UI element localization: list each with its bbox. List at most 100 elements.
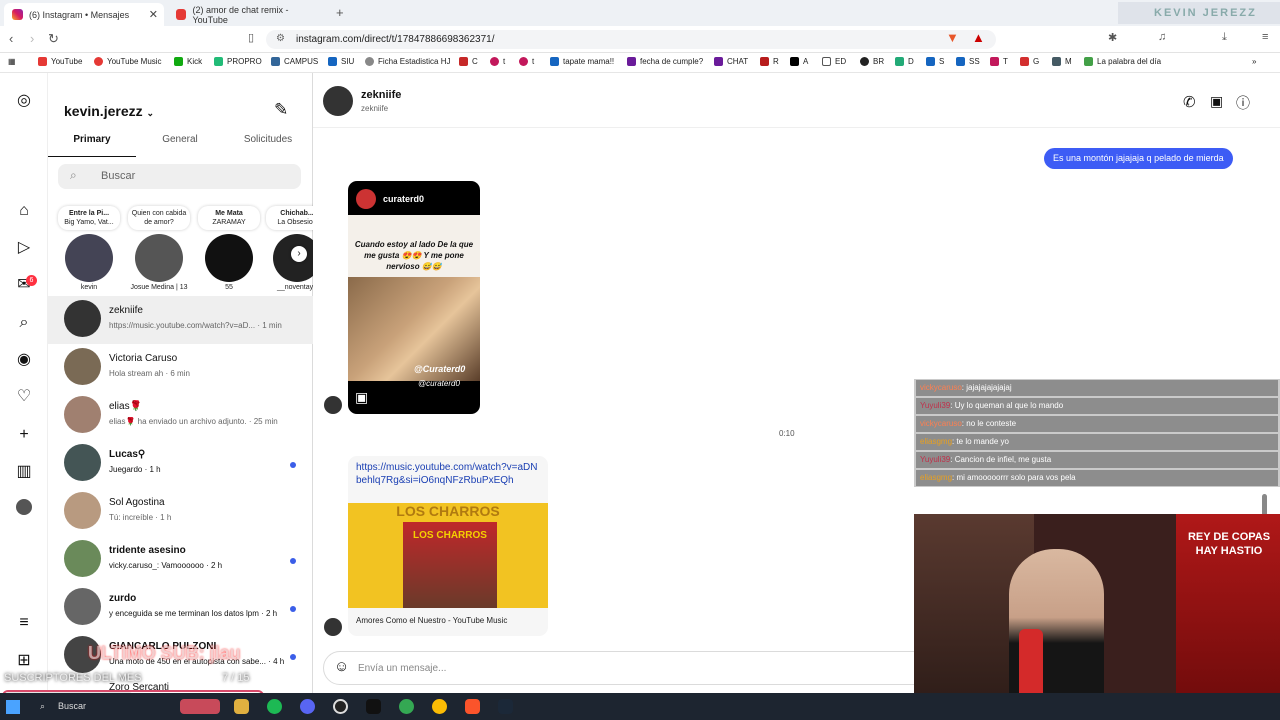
bookmark-item[interactable]: BR bbox=[860, 57, 884, 66]
avatar bbox=[65, 234, 113, 282]
tab-requests[interactable]: Solicitudes bbox=[224, 132, 312, 157]
conversation-item[interactable]: Lucas⚲ Juegardo · 1 h bbox=[48, 440, 313, 488]
avatar[interactable] bbox=[323, 86, 353, 116]
link-url[interactable]: https://music.youtube.com/watch?v=aDNbeh… bbox=[356, 461, 542, 487]
bookmark-item[interactable]: G bbox=[1020, 57, 1039, 66]
conversation-name: tridente asesino bbox=[109, 545, 186, 556]
note-item[interactable]: Quien con cabida de amor? Josue Medina |… bbox=[128, 206, 190, 291]
shared-reel[interactable]: curaterd0 Cuando estoy al lado De la que… bbox=[348, 181, 480, 414]
explore-icon[interactable]: ◉ bbox=[14, 350, 34, 370]
taskbar-search-icon[interactable]: ⌕ bbox=[40, 701, 45, 712]
bookmark-item[interactable]: D bbox=[895, 57, 914, 66]
conversation-name: Victoria Caruso bbox=[109, 353, 178, 364]
emoji-icon[interactable]: ☺ bbox=[334, 658, 349, 675]
apps-icon[interactable]: ▦ bbox=[8, 57, 16, 66]
tab-primary[interactable]: Primary bbox=[48, 132, 136, 157]
close-tab-icon[interactable]: ✕ bbox=[149, 8, 158, 21]
brave-shield-icon[interactable]: ▼ bbox=[946, 30, 959, 45]
tab-youtube[interactable]: (2) amor de chat remix - YouTube bbox=[168, 3, 328, 26]
site-info-icon[interactable]: ⚙ bbox=[276, 33, 285, 44]
menu-icon[interactable]: ≡ bbox=[1262, 31, 1268, 43]
bookmark-item[interactable]: S bbox=[926, 57, 944, 66]
more-menu-icon[interactable]: ≡ bbox=[14, 613, 34, 633]
bookmark-item[interactable]: tapate mama!! bbox=[550, 57, 614, 66]
bookmark-item[interactable]: CAMPUS bbox=[271, 57, 318, 66]
conversation-item[interactable]: zekniife https://music.youtube.com/watch… bbox=[48, 296, 313, 344]
note-item[interactable]: Me Mata ZARAMAY 55 bbox=[198, 206, 260, 291]
conversation-item[interactable]: zurdo y enceguida se me terminan los dat… bbox=[48, 584, 313, 632]
shared-link[interactable]: https://music.youtube.com/watch?v=aDNbeh… bbox=[348, 456, 548, 636]
extensions-icon[interactable]: ✱ bbox=[1108, 31, 1117, 44]
instagram-logo-icon[interactable]: ◎ bbox=[14, 91, 34, 111]
chat-name[interactable]: zekniife bbox=[361, 89, 401, 101]
dashboard-icon[interactable]: ▥ bbox=[14, 462, 34, 482]
spotify-icon[interactable] bbox=[267, 699, 282, 714]
bookmark-item[interactable]: ED bbox=[822, 57, 846, 66]
threads-icon[interactable]: ⊞ bbox=[14, 651, 34, 671]
obs-icon[interactable] bbox=[333, 699, 348, 714]
download-icon[interactable]: ⤓ bbox=[1222, 31, 1227, 44]
new-tab-icon[interactable]: + bbox=[336, 5, 344, 20]
tab-instagram[interactable]: (6) Instagram • Mensajes ✕ bbox=[4, 3, 164, 26]
more-bookmarks-icon[interactable]: » bbox=[1252, 57, 1256, 66]
search-icon[interactable]: ⌕ bbox=[14, 313, 34, 333]
bookmark-icon[interactable]: ▯ bbox=[248, 31, 254, 44]
url-field[interactable]: ⚙ instagram.com/direct/t/178478866983623… bbox=[266, 30, 996, 49]
back-icon[interactable]: ‹ bbox=[9, 31, 13, 46]
tiktok-icon[interactable] bbox=[366, 699, 381, 714]
tab-general[interactable]: General bbox=[136, 132, 224, 157]
bookmark-item[interactable]: Ficha Estadistica HJ bbox=[365, 57, 450, 66]
bookmark-item[interactable]: PROPRO bbox=[214, 57, 262, 66]
bookmark-item[interactable]: SS bbox=[956, 57, 980, 66]
bookmark-item[interactable]: t bbox=[519, 57, 534, 66]
brave-icon[interactable] bbox=[465, 699, 480, 714]
brave-rewards-icon[interactable]: ▲ bbox=[972, 30, 985, 45]
compose-icon[interactable]: ✎ bbox=[274, 100, 288, 120]
bookmark-item[interactable]: La palabra del día bbox=[1084, 57, 1161, 66]
conversation-item[interactable]: tridente asesino vicky.caruso_: Vamooooo… bbox=[48, 536, 313, 584]
info-icon[interactable]: ⓘ bbox=[1236, 93, 1250, 113]
profile-avatar[interactable] bbox=[16, 499, 32, 515]
create-icon[interactable]: + bbox=[14, 425, 34, 445]
conversation-item[interactable]: elias🌹 elias🌹 ha enviado un archivo adju… bbox=[48, 392, 313, 440]
bookmark-item[interactable]: SIU bbox=[328, 57, 354, 66]
music-icon[interactable]: ♫ bbox=[1158, 31, 1166, 43]
steam-icon[interactable] bbox=[498, 699, 513, 714]
file-explorer-icon[interactable] bbox=[234, 699, 249, 714]
bookmark-item[interactable]: fecha de cumple? bbox=[627, 57, 703, 66]
conversation-item[interactable]: Sol Agostina Tú: increíble · 1 h bbox=[48, 488, 313, 536]
start-icon[interactable] bbox=[6, 700, 20, 714]
avatar bbox=[64, 396, 101, 433]
bookmark-item[interactable]: R bbox=[760, 57, 779, 66]
inbox-username[interactable]: kevin.jerezz ⌄ bbox=[64, 103, 154, 119]
bookmark-item[interactable]: YouTube bbox=[38, 57, 82, 66]
composer-placeholder: Envía un mensaje... bbox=[358, 663, 447, 674]
bookmark-item[interactable]: YouTube Music bbox=[94, 57, 162, 66]
conversation-item[interactable]: Victoria Caruso Hola stream ah · 6 min bbox=[48, 344, 313, 392]
bookmark-item[interactable]: A bbox=[790, 57, 808, 66]
phone-icon[interactable]: ✆ bbox=[1183, 93, 1196, 111]
bookmark-item[interactable]: C bbox=[459, 57, 478, 66]
sent-message[interactable]: Es una montón jajajaja q pelado de mierd… bbox=[1044, 148, 1233, 169]
heart-icon[interactable]: ♡ bbox=[14, 387, 34, 407]
bookmark-item[interactable]: t bbox=[490, 57, 505, 66]
home-icon[interactable]: ⌂ bbox=[14, 201, 34, 221]
bookmark-item[interactable]: M bbox=[1052, 57, 1072, 66]
chrome-alt-icon[interactable] bbox=[432, 699, 447, 714]
scrollbar-thumb[interactable] bbox=[1262, 494, 1267, 516]
reels-icon[interactable]: ▷ bbox=[14, 238, 34, 258]
bookmark-item[interactable]: CHAT bbox=[714, 57, 748, 66]
taskbar-search[interactable]: Buscar bbox=[58, 701, 86, 711]
bookmark-item[interactable]: T bbox=[990, 57, 1008, 66]
video-call-icon[interactable]: ▣ bbox=[1210, 93, 1223, 110]
forward-icon[interactable]: › bbox=[30, 31, 34, 46]
search-input[interactable]: ⌕ Buscar bbox=[58, 164, 301, 189]
note-item[interactable]: Entre la Pi... Big Yamo, Vat... kevin bbox=[58, 206, 120, 291]
taskbar-app[interactable] bbox=[180, 699, 220, 714]
avatar bbox=[64, 444, 101, 481]
reload-icon[interactable]: ↻ bbox=[48, 31, 59, 47]
bookmark-item[interactable]: Kick bbox=[174, 57, 202, 66]
chevron-right-icon[interactable]: › bbox=[291, 246, 307, 262]
chrome-icon[interactable] bbox=[399, 699, 414, 714]
discord-icon[interactable] bbox=[300, 699, 315, 714]
